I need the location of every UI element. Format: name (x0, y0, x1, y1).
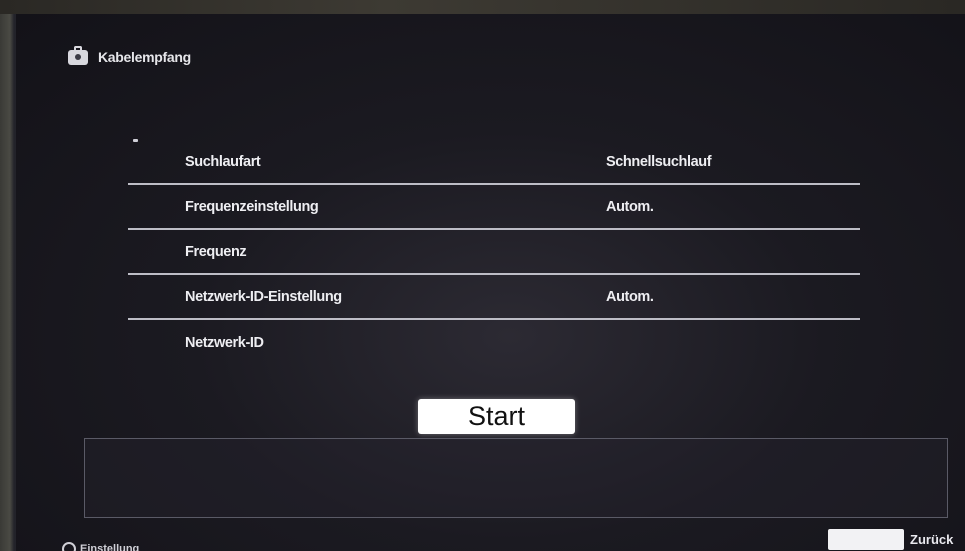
info-panel (84, 438, 948, 518)
menu-item-label: Netzwerk-ID (185, 334, 264, 351)
toolbox-icon (68, 45, 88, 65)
menu-item-netzwerk-id-einstellung[interactable]: Netzwerk-ID-Einstellung Autom. (128, 275, 860, 320)
menu-item-label: Netzwerk-ID-Einstellung (185, 288, 342, 305)
menu-item-netzwerk-id[interactable]: Netzwerk-ID (128, 320, 860, 365)
page-header: Kabelempfang (68, 45, 191, 65)
menu-item-suchlaufart[interactable]: Suchlaufart Schnellsuchlauf (128, 140, 860, 185)
back-label: Zurück (910, 532, 954, 547)
circle-button-icon (62, 542, 76, 551)
menu-item-label: Frequenzeinstellung (185, 198, 319, 215)
settings-menu: Suchlaufart Schnellsuchlauf Frequenzeins… (128, 140, 860, 365)
page-title: Kabelempfang (98, 49, 191, 65)
tv-screen: Kabelempfang Suchlaufart Schnellsuchlauf… (16, 14, 965, 551)
menu-item-value: Autom. (606, 288, 654, 305)
footer-back-hint[interactable]: Zurück (828, 529, 953, 550)
menu-item-frequenzeinstellung[interactable]: Frequenzeinstellung Autom. (128, 185, 860, 230)
menu-item-value: Autom. (606, 198, 654, 215)
menu-item-label: Frequenz (185, 243, 247, 260)
menu-item-label: Suchlaufart (185, 153, 261, 170)
menu-item-value: Schnellsuchlauf (606, 153, 712, 170)
back-key-icon (828, 529, 904, 550)
tv-top-edge (0, 0, 965, 14)
footer-hint-left: Einstellung (62, 542, 139, 551)
start-button[interactable]: Start (418, 399, 575, 434)
menu-item-frequenz[interactable]: Frequenz (128, 230, 860, 275)
footer-hint-label: Einstellung (80, 543, 140, 551)
